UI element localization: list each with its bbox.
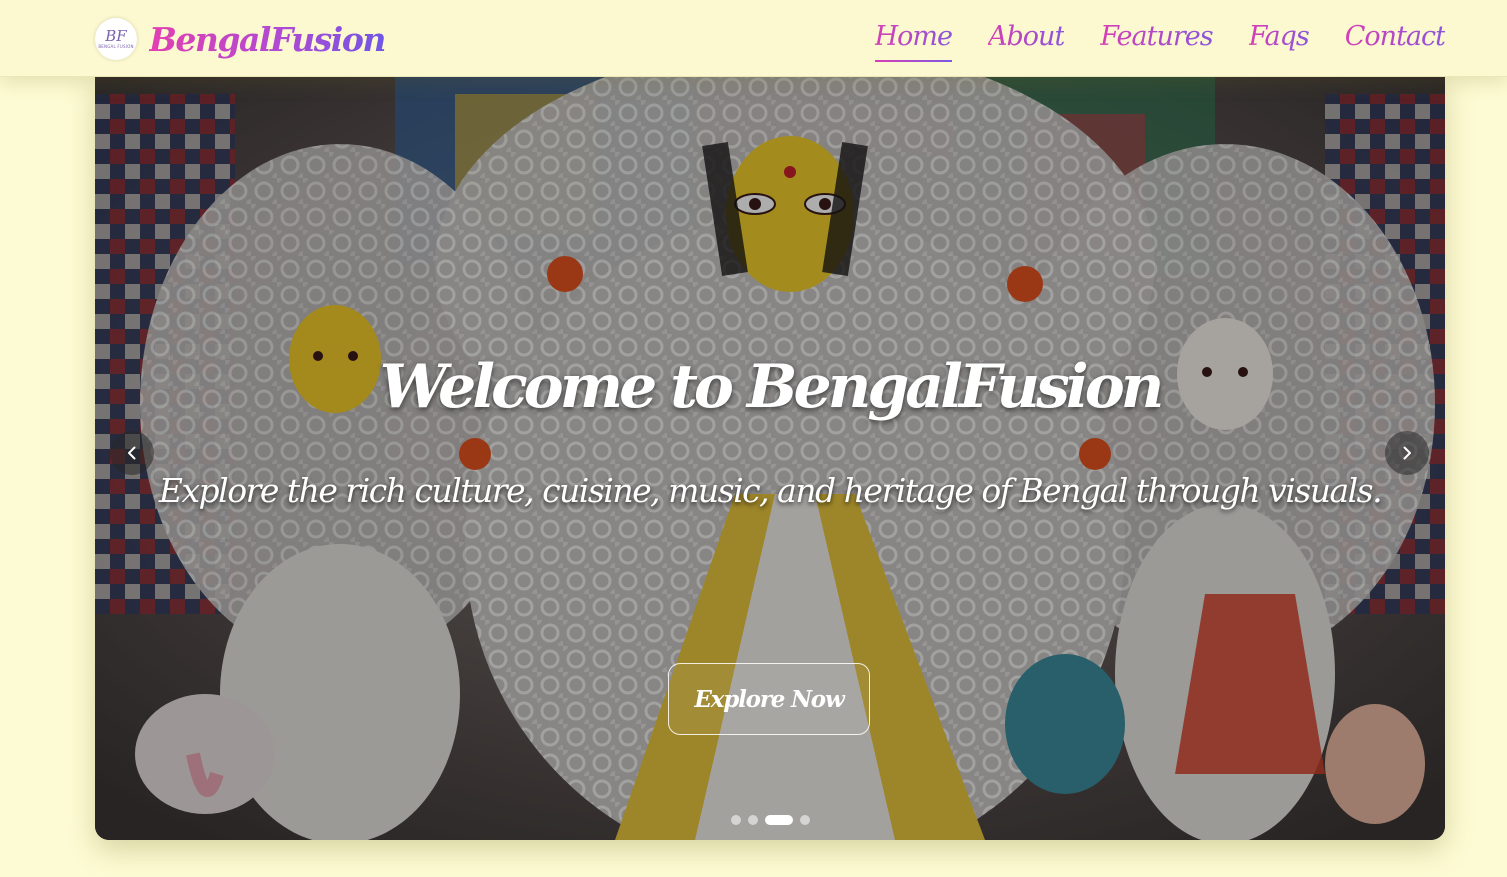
carousel-prev-button[interactable]	[110, 431, 154, 475]
logo-monogram: BF	[105, 27, 127, 45]
navbar: BF BENGAL FUSION BengalFusion Home About…	[0, 0, 1507, 77]
nav-features-link[interactable]: Features	[1100, 18, 1213, 56]
hero-title: Welcome to BengalFusion	[379, 352, 1165, 423]
brand-name[interactable]: BengalFusion	[149, 20, 386, 59]
chevron-left-icon	[128, 446, 136, 460]
carousel-indicator-1[interactable]	[730, 815, 741, 825]
carousel-indicators	[95, 815, 1445, 825]
nav-contact-link[interactable]: Contact	[1345, 18, 1446, 56]
explore-now-button[interactable]: Explore Now	[668, 663, 870, 735]
nav-about-link[interactable]: About	[988, 18, 1065, 56]
chevron-right-icon	[1403, 446, 1411, 460]
carousel-indicator-3[interactable]	[764, 815, 793, 825]
brand-logo[interactable]: BF BENGAL FUSION	[95, 18, 137, 60]
main-nav: Home About Features Faqs Contact	[874, 18, 1446, 62]
carousel-indicator-2[interactable]	[747, 815, 758, 825]
hero-subtitle: Explore the rich culture, cuisine, music…	[158, 471, 1383, 510]
carousel-next-button[interactable]	[1385, 431, 1429, 475]
logo-subtext: BENGAL FUSION	[98, 44, 134, 49]
brand[interactable]: BF BENGAL FUSION BengalFusion	[95, 17, 386, 61]
carousel-indicator-4[interactable]	[799, 815, 810, 825]
nav-home-link[interactable]: Home	[874, 18, 953, 62]
nav-faqs-link[interactable]: Faqs	[1249, 18, 1310, 56]
hero-carousel: Welcome to BengalFusion Explore the rich…	[95, 74, 1445, 840]
